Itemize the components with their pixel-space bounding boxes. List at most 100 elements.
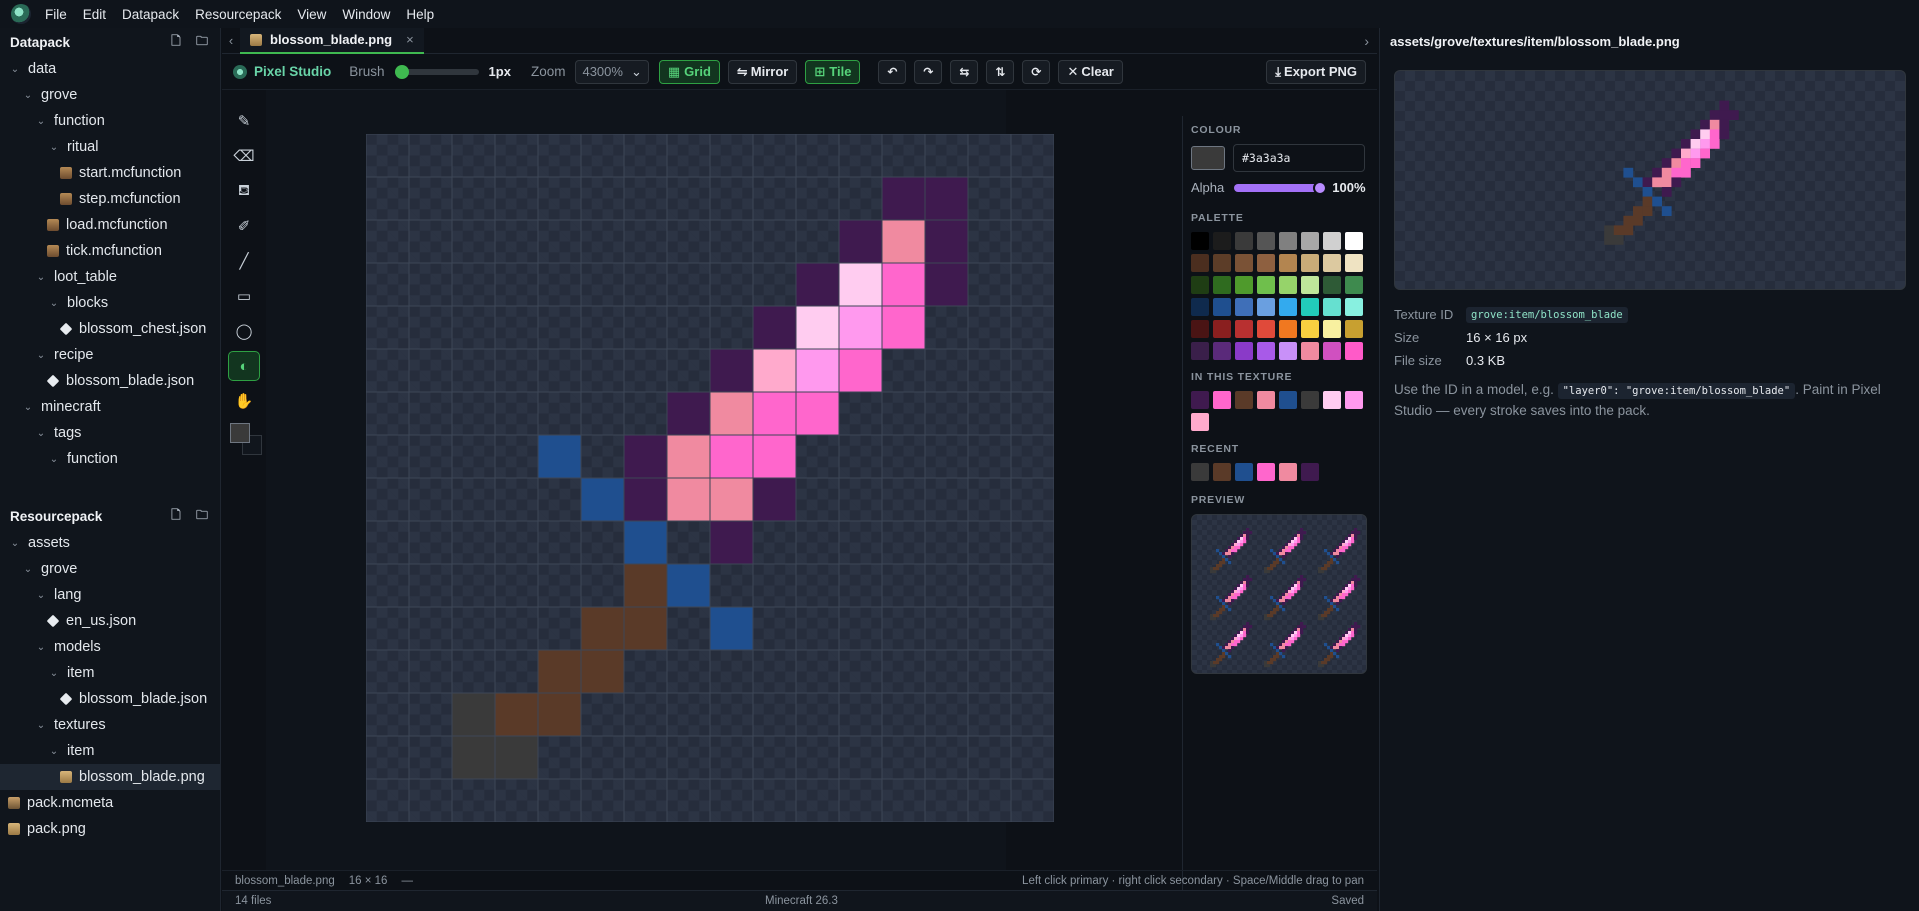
menu-help[interactable]: Help xyxy=(406,7,434,22)
brush-size-slider[interactable] xyxy=(394,64,479,79)
chevron-down-icon[interactable]: ⌄ xyxy=(34,428,48,439)
palette-swatch[interactable] xyxy=(1235,320,1253,338)
palette-swatch[interactable] xyxy=(1323,320,1341,338)
chevron-down-icon[interactable]: ⌄ xyxy=(47,454,61,465)
palette-swatch[interactable] xyxy=(1235,298,1253,316)
menu-file[interactable]: File xyxy=(45,7,67,22)
recent-color-swatch[interactable] xyxy=(1191,463,1209,481)
palette-swatch[interactable] xyxy=(1235,342,1253,360)
tree-folder[interactable]: ⌄ recipe xyxy=(0,342,220,368)
palette-swatch[interactable] xyxy=(1191,232,1209,250)
flip-horizontal-button[interactable]: ⇆ xyxy=(950,59,979,84)
palette-swatch[interactable] xyxy=(1279,232,1297,250)
tree-folder[interactable]: ⌄ blocks xyxy=(0,290,220,316)
chevron-down-icon[interactable]: ⌄ xyxy=(21,402,35,413)
tree-file[interactable]: pack.mcmeta xyxy=(0,790,220,816)
palette-swatch[interactable] xyxy=(1257,298,1275,316)
chevron-down-icon[interactable]: ⌄ xyxy=(8,64,22,75)
fill-tool[interactable]: ⛾ xyxy=(228,176,260,206)
tile-toggle-button[interactable]: ⊞ Tile xyxy=(805,59,861,84)
texture-color-swatch[interactable] xyxy=(1213,391,1231,409)
tree-folder[interactable]: ⌄ grove xyxy=(0,82,220,108)
new-folder-icon[interactable]: 🗀 xyxy=(194,508,210,524)
tree-file[interactable]: blossom_blade.json xyxy=(0,368,220,394)
palette-swatch[interactable] xyxy=(1345,298,1363,316)
palette-swatch[interactable] xyxy=(1279,276,1297,294)
pixel-canvas-svg[interactable] xyxy=(366,134,1054,822)
hex-input[interactable]: #3a3a3a xyxy=(1233,144,1365,172)
new-file-icon[interactable]: 🗋 xyxy=(168,34,184,50)
palette-swatch[interactable] xyxy=(1323,298,1341,316)
tab-next-icon[interactable]: › xyxy=(1364,33,1369,49)
line-tool[interactable]: ╱ xyxy=(228,246,260,276)
tree-folder[interactable]: ⌄ item xyxy=(0,738,220,764)
chevron-down-icon[interactable]: ⌄ xyxy=(34,272,48,283)
eyedropper-tool[interactable]: ✐ xyxy=(228,211,260,241)
palette-swatch[interactable] xyxy=(1301,254,1319,272)
zoom-select[interactable]: 4300% ⌄ xyxy=(575,59,649,84)
palette-swatch[interactable] xyxy=(1213,320,1231,338)
colour-swatch[interactable] xyxy=(1191,146,1225,170)
palette-swatch[interactable] xyxy=(1345,276,1363,294)
tree-file[interactable]: start.mcfunction xyxy=(0,160,220,186)
tree-folder[interactable]: ⌄ item xyxy=(0,660,220,686)
palette-swatch[interactable] xyxy=(1257,320,1275,338)
texture-id-value[interactable]: grove:item/blossom_blade xyxy=(1466,306,1628,323)
alpha-slider-knob[interactable] xyxy=(1313,180,1328,195)
texture-color-swatch[interactable] xyxy=(1191,391,1209,409)
palette-swatch[interactable] xyxy=(1213,276,1231,294)
recent-color-swatch[interactable] xyxy=(1213,463,1231,481)
palette-swatch[interactable] xyxy=(1345,342,1363,360)
tree-folder[interactable]: ⌄ assets xyxy=(0,530,220,556)
texture-color-swatch[interactable] xyxy=(1235,391,1253,409)
tree-folder[interactable]: ⌄ loot_table xyxy=(0,264,220,290)
texture-color-swatch[interactable] xyxy=(1257,391,1275,409)
pan-tool[interactable]: ✋ xyxy=(228,386,260,416)
tree-file[interactable]: load.mcfunction xyxy=(0,212,220,238)
chevron-down-icon[interactable]: ⌄ xyxy=(21,90,35,101)
pencil-tool[interactable]: ✎ xyxy=(228,106,260,136)
rotate-button[interactable]: ⟳ xyxy=(1022,59,1051,84)
chevron-down-icon[interactable]: ⌄ xyxy=(47,142,61,153)
palette-swatch[interactable] xyxy=(1257,342,1275,360)
palette-swatch[interactable] xyxy=(1345,254,1363,272)
tree-file[interactable]: tick.mcfunction xyxy=(0,238,220,264)
palette-swatch[interactable] xyxy=(1257,254,1275,272)
tab-prev-icon[interactable]: ‹ xyxy=(222,33,240,48)
tab-blossom-blade[interactable]: blossom_blade.png × xyxy=(240,27,424,54)
new-file-icon[interactable]: 🗋 xyxy=(168,508,184,524)
tree-folder[interactable]: ⌄ ritual xyxy=(0,134,220,160)
redo-button[interactable]: ↷ xyxy=(914,59,943,84)
recent-color-swatch[interactable] xyxy=(1257,463,1275,481)
recent-color-swatch[interactable] xyxy=(1279,463,1297,481)
shade-tool[interactable]: ◐ xyxy=(228,351,260,381)
palette-swatch[interactable] xyxy=(1301,232,1319,250)
palette-swatch[interactable] xyxy=(1323,276,1341,294)
texture-color-swatch[interactable] xyxy=(1301,391,1319,409)
tree-file[interactable]: blossom_chest.json xyxy=(0,316,220,342)
flip-vertical-button[interactable]: ⇅ xyxy=(986,59,1015,84)
pixel-canvas[interactable] xyxy=(366,134,1054,822)
menu-datapack[interactable]: Datapack xyxy=(122,7,179,22)
palette-swatch[interactable] xyxy=(1213,254,1231,272)
eraser-tool[interactable]: ⌫ xyxy=(228,141,260,171)
palette-swatch[interactable] xyxy=(1279,342,1297,360)
clear-button[interactable]: ✕ Clear xyxy=(1058,59,1123,84)
tree-file[interactable]: blossom_blade.json xyxy=(0,686,220,712)
recent-color-swatch[interactable] xyxy=(1235,463,1253,481)
palette-swatch[interactable] xyxy=(1191,298,1209,316)
menu-edit[interactable]: Edit xyxy=(83,7,106,22)
palette-swatch[interactable] xyxy=(1323,342,1341,360)
palette-swatch[interactable] xyxy=(1235,254,1253,272)
new-folder-icon[interactable]: 🗀 xyxy=(194,34,210,50)
texture-color-swatch[interactable] xyxy=(1191,413,1209,431)
palette-swatch[interactable] xyxy=(1279,254,1297,272)
chevron-down-icon[interactable]: ⌄ xyxy=(34,720,48,731)
palette-swatch[interactable] xyxy=(1191,320,1209,338)
tree-folder[interactable]: ⌄ minecraft xyxy=(0,394,220,420)
palette-swatch[interactable] xyxy=(1213,298,1231,316)
tree-folder[interactable]: ⌄ lang xyxy=(0,582,220,608)
palette-swatch[interactable] xyxy=(1301,320,1319,338)
grid-toggle-button[interactable]: ▦ Grid xyxy=(658,59,720,84)
tree-folder[interactable]: ⌄ function xyxy=(0,108,220,134)
